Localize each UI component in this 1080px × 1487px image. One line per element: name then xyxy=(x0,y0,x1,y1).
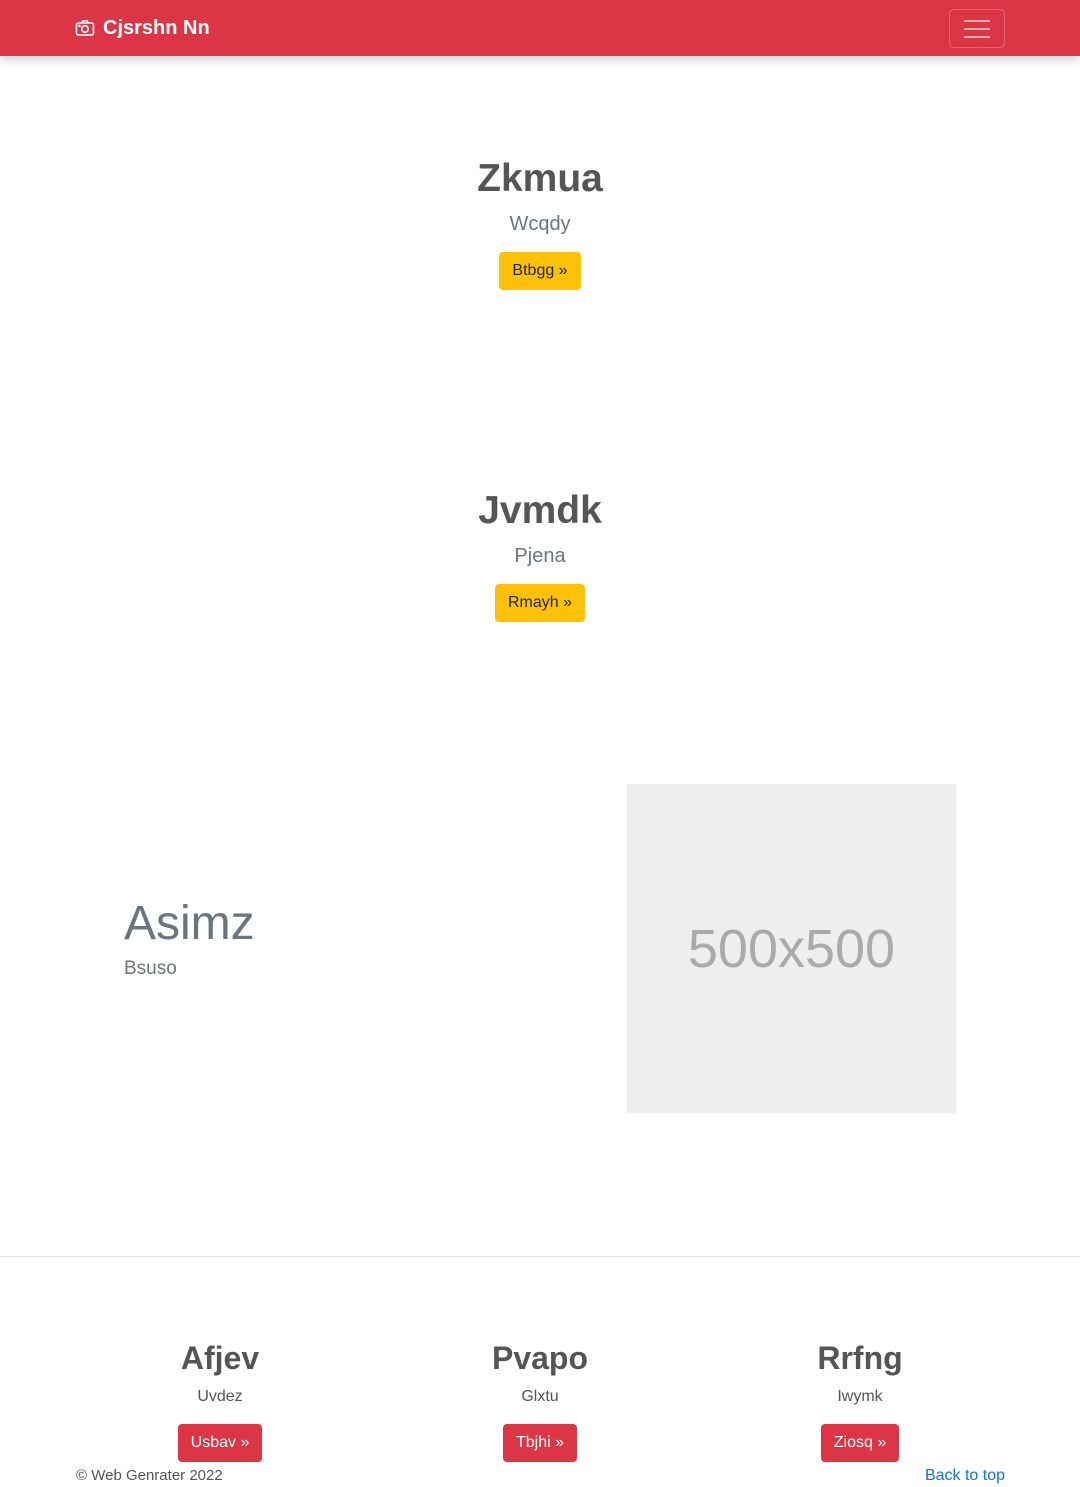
hero-section-1: Zkmua Wcqdy Btbgg » xyxy=(0,156,1080,290)
column-button[interactable]: Tbjhi » xyxy=(502,1424,578,1462)
column-text: Uvdez xyxy=(197,1388,243,1405)
hero-subtitle: Pjena xyxy=(514,545,566,567)
feature-subtitle: Bsuso xyxy=(124,958,177,979)
camera-icon xyxy=(75,18,95,38)
navbar: Cjsrshn Nn xyxy=(0,0,1080,56)
column-title: Pvapo xyxy=(491,1340,589,1376)
section-divider xyxy=(0,1256,1080,1257)
column-button[interactable]: Usbav » xyxy=(177,1424,263,1462)
hero-title: Zkmua xyxy=(477,157,603,200)
back-to-top-link[interactable]: Back to top xyxy=(925,1466,1005,1486)
hero-button[interactable]: Btbgg » xyxy=(499,252,581,290)
hero-button[interactable]: Rmayh » xyxy=(494,584,586,622)
hero-subtitle: Wcqdy xyxy=(509,213,571,235)
column-title: Rrfng xyxy=(817,1340,903,1376)
column-button[interactable]: Ziosq » xyxy=(820,1424,900,1462)
brand-name: Cjsrshn Nn xyxy=(103,16,210,39)
footer-copyright: © Web Genrater 2022 xyxy=(76,1467,223,1484)
placeholder-image: 500x500 xyxy=(627,784,956,1113)
column-text: Glxtu xyxy=(521,1388,559,1405)
hamburger-icon xyxy=(964,19,990,39)
column-3: Rrfng Iwymk Ziosq » xyxy=(700,1338,1020,1462)
hero-section-2: Jvmdk Pjena Rmayh » xyxy=(0,488,1080,622)
column-2: Pvapo Glxtu Tbjhi » xyxy=(380,1338,700,1462)
hero-title: Jvmdk xyxy=(478,489,602,532)
column-1: Afjev Uvdez Usbav » xyxy=(60,1338,380,1462)
navbar-toggler-button[interactable] xyxy=(949,9,1005,48)
placeholder-image-label: 500x500 xyxy=(687,918,896,979)
feature-title: Asimz xyxy=(124,897,255,950)
brand-link[interactable]: Cjsrshn Nn xyxy=(75,0,210,56)
column-text: Iwymk xyxy=(837,1388,883,1405)
column-title: Afjev xyxy=(180,1340,260,1376)
